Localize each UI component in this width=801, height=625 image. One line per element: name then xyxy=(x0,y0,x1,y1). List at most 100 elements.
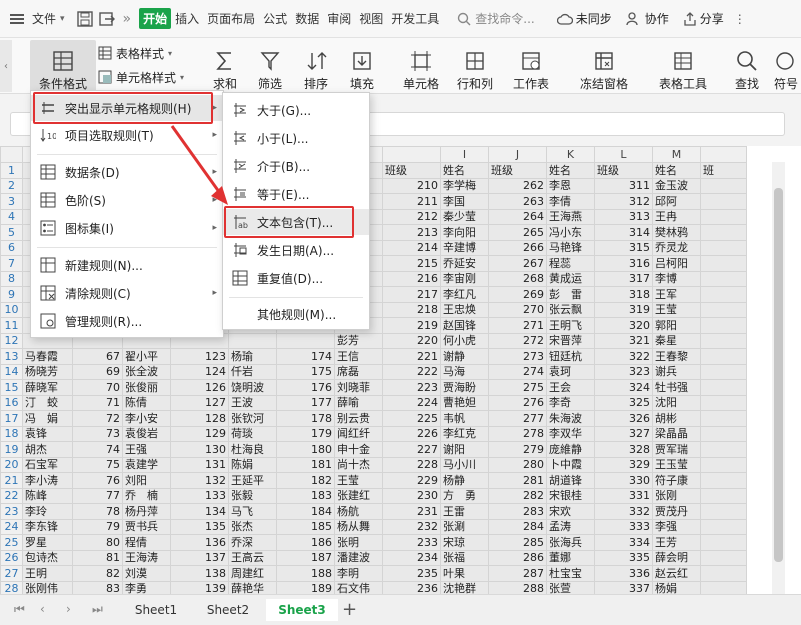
cell[interactable]: 李双华 xyxy=(546,425,595,442)
cell[interactable]: 卜中霞 xyxy=(546,456,595,473)
cell[interactable]: 179 xyxy=(276,425,335,442)
cell[interactable]: 74 xyxy=(72,441,123,458)
cell[interactable]: 王军 xyxy=(652,286,701,303)
cell[interactable]: 杨静 xyxy=(440,472,489,489)
cell[interactable]: 李向阳 xyxy=(440,224,489,241)
cell[interactable]: 268 xyxy=(488,270,547,287)
cell[interactable]: 彭芳 xyxy=(334,332,383,349)
cell[interactable]: 杨晓芳 xyxy=(22,363,73,380)
cell[interactable]: 231 xyxy=(382,503,441,520)
cell[interactable]: 323 xyxy=(594,363,653,380)
cell[interactable]: 宋晋萍 xyxy=(546,332,595,349)
share-button[interactable]: 分享 xyxy=(700,10,724,27)
cell[interactable]: 225 xyxy=(382,410,441,427)
save-icon[interactable] xyxy=(76,10,93,27)
cell[interactable]: 221 xyxy=(382,348,441,365)
cell[interactable]: 袁俊岩 xyxy=(122,425,171,442)
more-chevrons-icon[interactable]: » xyxy=(123,11,132,27)
cell[interactable]: 樊林鸦 xyxy=(652,224,701,241)
cell[interactable]: 杨航 xyxy=(334,503,383,520)
cell[interactable]: 210 xyxy=(382,177,441,194)
column-header[interactable]: K xyxy=(546,146,595,163)
cell[interactable]: 王强 xyxy=(122,441,171,458)
ribbon-scroll-left-icon[interactable]: ‹ xyxy=(0,40,12,92)
cell[interactable]: 178 xyxy=(276,410,335,427)
cell[interactable]: 226 xyxy=(382,425,441,442)
cell[interactable]: 228 xyxy=(382,456,441,473)
cell[interactable]: 275 xyxy=(488,379,547,396)
row-number[interactable]: 23 xyxy=(0,503,23,520)
cell[interactable]: 乔灵龙 xyxy=(652,239,701,256)
cell[interactable]: 223 xyxy=(382,379,441,396)
cell[interactable]: 刘漠 xyxy=(122,565,171,582)
sort-button[interactable]: 排序 xyxy=(296,40,336,92)
cell[interactable]: 杨瑜 xyxy=(228,348,277,365)
cell[interactable]: 124 xyxy=(170,363,229,380)
cell[interactable]: 332 xyxy=(594,503,653,520)
cell[interactable]: 234 xyxy=(382,549,441,566)
cell[interactable]: 孟涛 xyxy=(546,518,595,535)
cell[interactable]: 272 xyxy=(488,332,547,349)
cell[interactable]: 276 xyxy=(488,394,547,411)
cell[interactable]: 李玲 xyxy=(22,503,73,520)
cell[interactable]: 王信 xyxy=(334,348,383,365)
table-style-button[interactable]: 表格样式 ▾ xyxy=(98,44,172,62)
cell[interactable]: 227 xyxy=(382,441,441,458)
cell[interactable]: 318 xyxy=(594,286,653,303)
cell[interactable]: 胡彬 xyxy=(652,410,701,427)
cell[interactable]: 278 xyxy=(488,425,547,442)
cell[interactable]: 金玉波 xyxy=(652,177,701,194)
cell[interactable]: 王海燕 xyxy=(546,208,595,225)
export-icon[interactable] xyxy=(98,11,115,27)
cell[interactable]: 钮廷杭 xyxy=(546,348,595,365)
tab-page-layout[interactable]: 页面布局 xyxy=(203,10,259,27)
cell[interactable]: 69 xyxy=(72,363,123,380)
cell[interactable]: 324 xyxy=(594,379,653,396)
cell[interactable]: 279 xyxy=(488,441,547,458)
cell[interactable]: 班级 xyxy=(382,162,441,179)
cell[interactable]: 177 xyxy=(276,394,335,411)
cell[interactable]: 284 xyxy=(488,518,547,535)
row-number[interactable]: 15 xyxy=(0,379,23,396)
cell[interactable]: 333 xyxy=(594,518,653,535)
cell[interactable]: 328 xyxy=(594,441,653,458)
cell[interactable]: 213 xyxy=(382,224,441,241)
cell[interactable]: 222 xyxy=(382,363,441,380)
row-number[interactable]: 17 xyxy=(0,410,23,427)
cell[interactable]: 220 xyxy=(382,332,441,349)
cell[interactable]: 李博 xyxy=(652,270,701,287)
first-sheet-icon[interactable]: ⏮ xyxy=(14,602,25,617)
cell[interactable]: 280 xyxy=(488,456,547,473)
menu-item-clear-rules[interactable]: 清除规则(C) ▸ xyxy=(31,280,223,306)
cell[interactable]: 321 xyxy=(594,332,653,349)
cell[interactable]: 189 xyxy=(276,580,335,594)
row-number[interactable]: 4 xyxy=(0,208,23,225)
cell[interactable]: 薛会明 xyxy=(652,549,701,566)
cell[interactable]: 128 xyxy=(170,410,229,427)
cell[interactable]: 70 xyxy=(72,379,123,396)
cell[interactable]: 129 xyxy=(170,425,229,442)
cell[interactable]: 235 xyxy=(382,565,441,582)
cell[interactable]: 78 xyxy=(72,503,123,520)
cell[interactable]: 134 xyxy=(170,503,229,520)
cell[interactable] xyxy=(700,441,747,458)
cell[interactable]: 宋银桂 xyxy=(546,487,595,504)
menu-item-data-bars[interactable]: 数据条(D) ▸ xyxy=(31,159,223,185)
cell[interactable]: 264 xyxy=(488,208,547,225)
tab-developer[interactable]: 开发工具 xyxy=(387,10,443,27)
add-sheet-icon[interactable]: + xyxy=(342,599,357,620)
prev-sheet-icon[interactable]: ‹ xyxy=(40,602,45,616)
cell[interactable]: 庞維静 xyxy=(546,441,595,458)
cell[interactable]: 王芳 xyxy=(652,534,701,551)
cell[interactable]: 薛喻 xyxy=(334,394,383,411)
cell[interactable]: 包诗杰 xyxy=(22,549,73,566)
cell[interactable]: 217 xyxy=(382,286,441,303)
cell[interactable]: 83 xyxy=(72,580,123,594)
column-header[interactable] xyxy=(382,146,441,163)
row-number[interactable]: 13 xyxy=(0,348,23,365)
cell[interactable]: 刘晓菲 xyxy=(334,379,383,396)
cell[interactable]: 王波 xyxy=(228,394,277,411)
cell[interactable]: 王莹 xyxy=(334,472,383,489)
row-number[interactable]: 20 xyxy=(0,456,23,473)
cell[interactable]: 183 xyxy=(276,487,335,504)
